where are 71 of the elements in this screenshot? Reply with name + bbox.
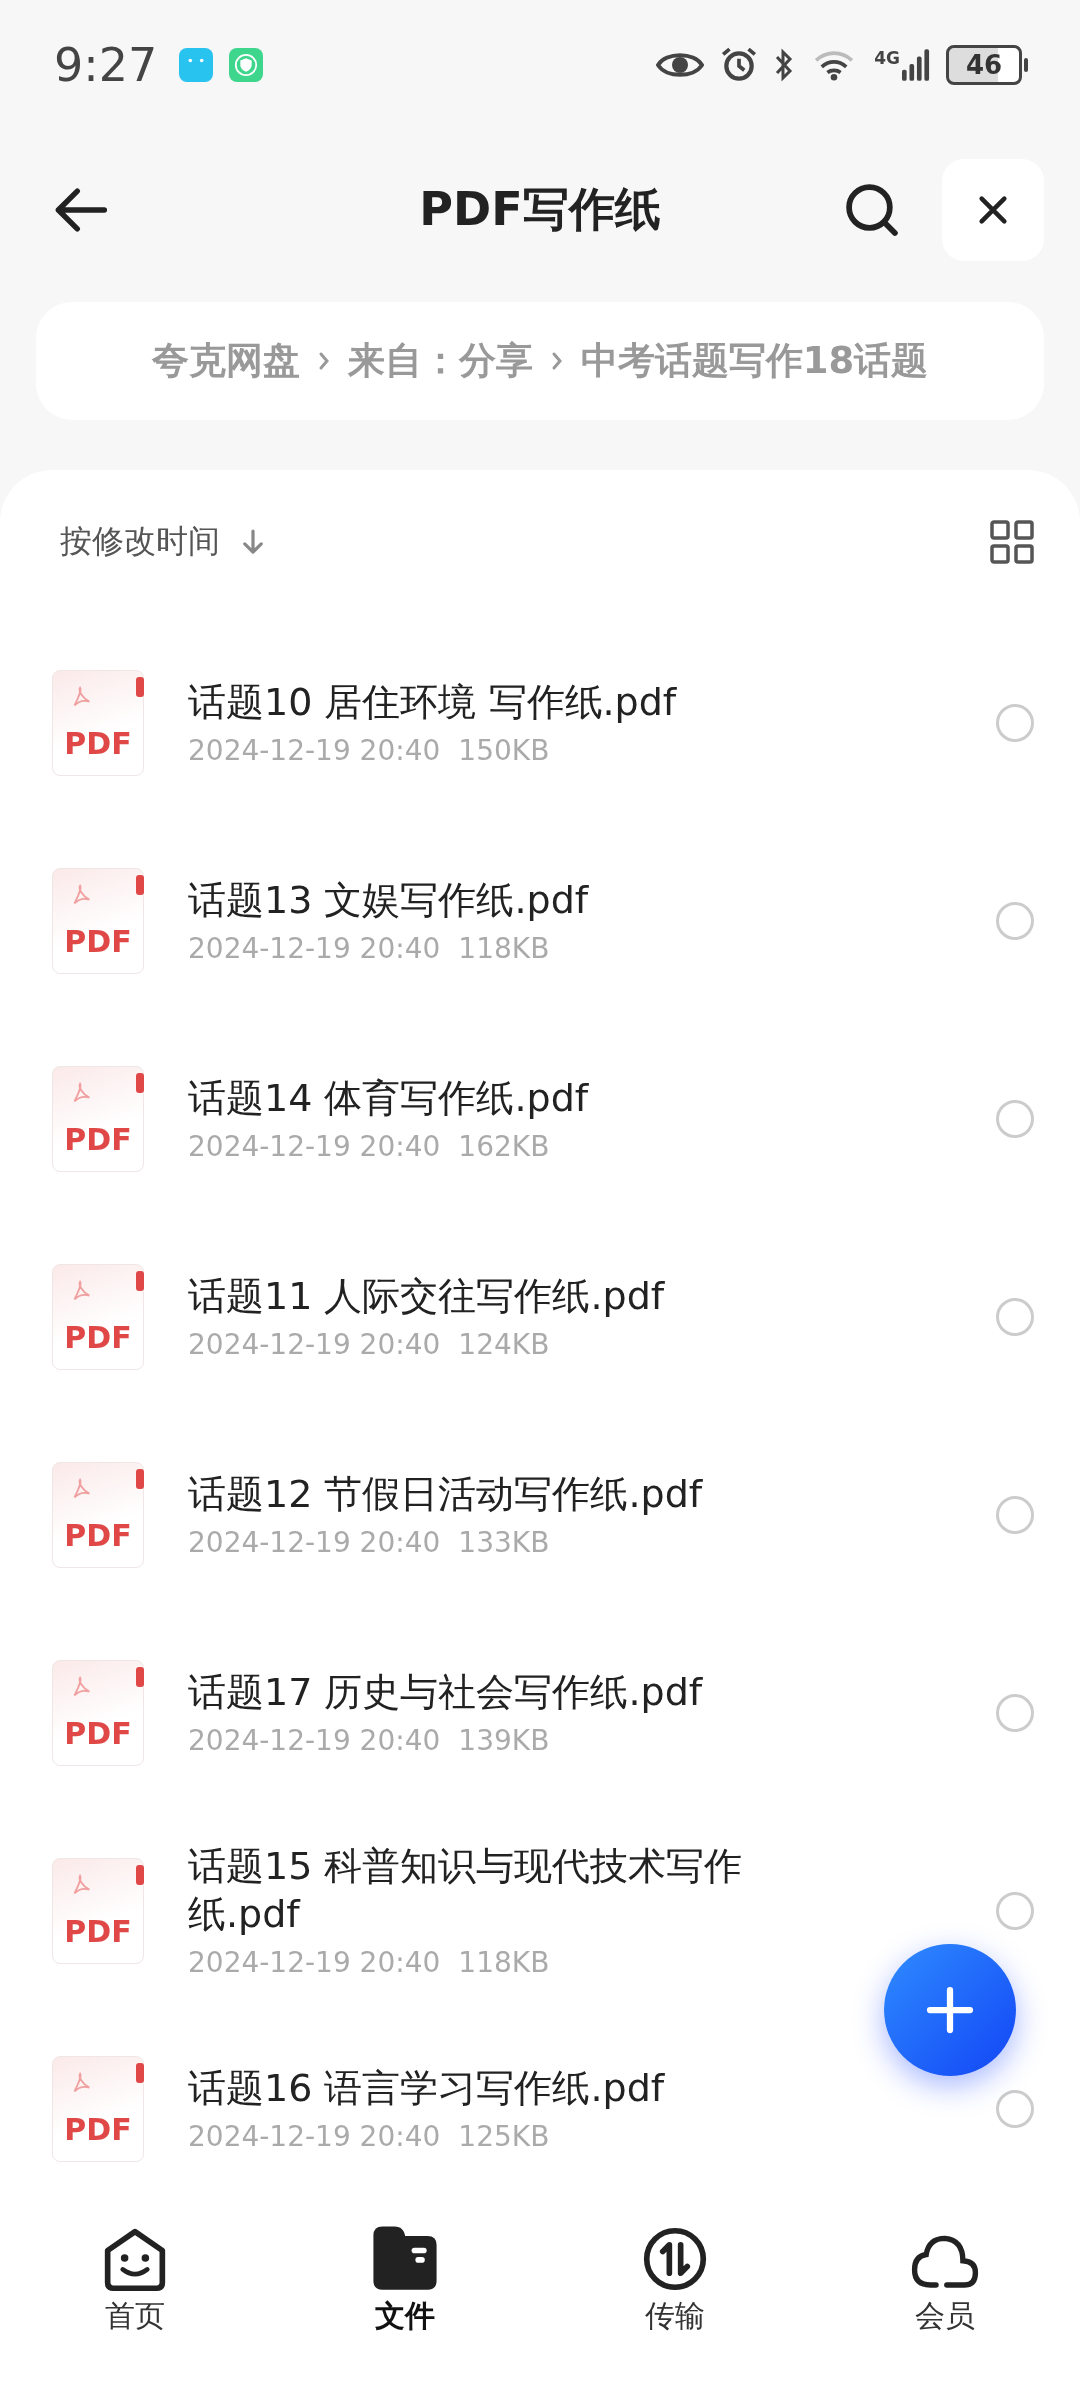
file-size: 124KB	[458, 1328, 550, 1362]
file-row[interactable]: PDF 话题11 人际交往写作纸.pdf 2024-12-19 20:40 124KB	[0, 1218, 1080, 1416]
pdf-file-icon: PDF	[52, 2056, 144, 2162]
grid-view-icon[interactable]	[990, 520, 1034, 564]
signal-icon	[902, 48, 930, 82]
select-radio[interactable]	[996, 1100, 1034, 1138]
file-name: 话题14 体育写作纸.pdf	[188, 1074, 590, 1122]
status-time: 9:27	[54, 38, 158, 92]
close-button[interactable]	[942, 159, 1044, 261]
file-date: 2024-12-19 20:40	[188, 1526, 441, 1560]
select-radio[interactable]	[996, 1496, 1034, 1534]
file-row[interactable]: PDF 话题14 体育写作纸.pdf 2024-12-19 20:40 162KB	[0, 1020, 1080, 1218]
file-size: 162KB	[458, 1130, 550, 1164]
page-title: PDF写作纸	[419, 181, 661, 238]
pdf-file-icon: PDF	[52, 1462, 144, 1568]
file-row[interactable]: PDF 话题12 节假日活动写作纸.pdf 2024-12-19 20:40 133KB	[0, 1416, 1080, 1614]
transfer-icon[interactable]	[641, 2226, 709, 2292]
file-size: 118KB	[458, 1946, 550, 1979]
network-type: 4G	[874, 48, 900, 68]
chevron-icon	[317, 350, 330, 372]
search-icon[interactable]	[844, 182, 900, 238]
file-date: 2024-12-19 20:40	[188, 2120, 441, 2154]
pdf-file-icon: PDF	[52, 670, 144, 776]
select-radio[interactable]	[996, 902, 1034, 940]
file-date: 2024-12-19 20:40	[188, 1130, 441, 1164]
file-name: 话题17 历史与社会写作纸.pdf	[188, 1668, 704, 1716]
file-date: 2024-12-19 20:40	[188, 734, 441, 768]
folder-icon[interactable]	[371, 2226, 439, 2292]
pdf-file-icon: PDF	[52, 1264, 144, 1370]
nav-tab[interactable]: 会员	[875, 2226, 1015, 2337]
file-size: 118KB	[458, 932, 550, 966]
select-radio[interactable]	[996, 2090, 1034, 2128]
select-radio[interactable]	[996, 1694, 1034, 1732]
select-radio[interactable]	[996, 1298, 1034, 1336]
sort-label[interactable]: 按修改时间	[60, 520, 220, 564]
file-size: 150KB	[458, 734, 550, 768]
battery-indicator: 46	[946, 45, 1022, 85]
file-name: 话题13 文娱写作纸.pdf	[188, 876, 590, 924]
nav-tab[interactable]: 传输	[605, 2226, 745, 2337]
nav-tab[interactable]: 首页	[65, 2226, 205, 2337]
file-date: 2024-12-19 20:40	[188, 1946, 441, 1979]
app-notification-icon	[179, 48, 214, 82]
file-date: 2024-12-19 20:40	[188, 1328, 441, 1362]
pdf-file-icon: PDF	[52, 1858, 144, 1964]
pdf-file-icon: PDF	[52, 868, 144, 974]
file-name: 话题15 科普知识与现代技术写作纸.pdf	[188, 1843, 744, 1938]
add-icon[interactable]	[925, 1985, 975, 2035]
file-row[interactable]: PDF 话题10 居住环境 写作纸.pdf 2024-12-19 20:40 150KB	[0, 624, 1080, 822]
file-name: 话题16 语言学习写作纸.pdf	[188, 2064, 666, 2112]
shield-notification-icon	[229, 48, 264, 82]
file-date: 2024-12-19 20:40	[188, 932, 441, 966]
file-size: 125KB	[458, 2120, 550, 2154]
add-button[interactable]	[884, 1944, 1016, 2076]
file-row[interactable]: PDF 话题17 历史与社会写作纸.pdf 2024-12-19 20:40 139KB	[0, 1614, 1080, 1812]
bluetooth-icon	[774, 47, 795, 83]
file-name: 话题12 节假日活动写作纸.pdf	[188, 1470, 704, 1518]
select-radio[interactable]	[996, 704, 1034, 742]
file-name: 话题11 人际交往写作纸.pdf	[188, 1272, 666, 1320]
nav-tab[interactable]: 文件	[335, 2226, 475, 2337]
pdf-file-icon: PDF	[52, 1066, 144, 1172]
file-size: 133KB	[458, 1526, 550, 1560]
file-row[interactable]: PDF 话题13 文娱写作纸.pdf 2024-12-19 20:40 118KB	[0, 822, 1080, 1020]
down-arrow-icon[interactable]	[242, 527, 264, 557]
chevron-icon	[550, 350, 563, 372]
file-name: 话题10 居住环境 写作纸.pdf	[188, 678, 678, 726]
file-date: 2024-12-19 20:40	[188, 1724, 441, 1758]
select-radio[interactable]	[996, 1892, 1034, 1930]
pdf-file-icon: PDF	[52, 1660, 144, 1766]
file-size: 139KB	[458, 1724, 550, 1758]
close-icon[interactable]	[976, 193, 1010, 227]
alarm-icon	[720, 46, 759, 84]
